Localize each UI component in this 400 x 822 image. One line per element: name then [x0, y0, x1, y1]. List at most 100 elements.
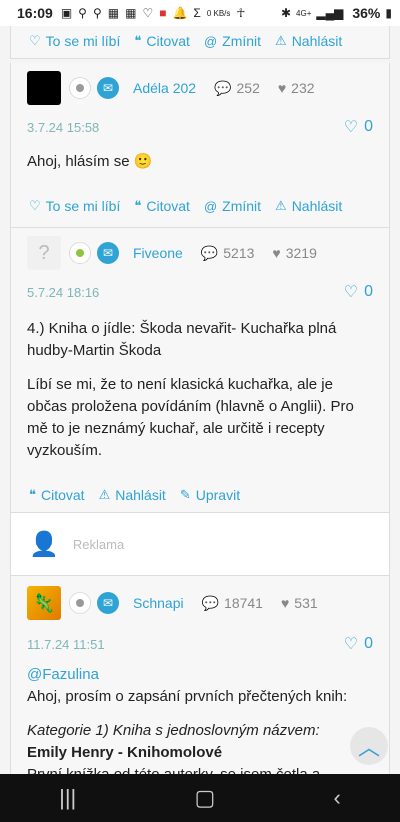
ad-banner[interactable]: 👤 Reklama — [10, 513, 390, 576]
avatar[interactable] — [27, 71, 61, 105]
bluetooth-icon: ✱ — [280, 6, 292, 20]
post-author-row: ? ✉ Fiveone 💬 5213 ♥ 3219 — [11, 228, 389, 278]
likes-count: ♥ 531 — [280, 595, 318, 611]
app-icon: ▦ — [125, 6, 137, 20]
status-indicator — [69, 242, 91, 264]
app-icon: ▦ — [107, 6, 120, 20]
post-author-row: ✉ Adéla 202 💬 252 ♥ 232 — [11, 63, 389, 113]
actions-bar: ♡ To se mi líbí ❝ Citovat @ Zmínit ⚠ Nahlási… — [11, 26, 389, 56]
smiley-icon: 🙂 — [133, 153, 153, 170]
heart-icon: ♥ — [280, 595, 290, 611]
book-title: Emily Henry - Knihomolové — [27, 744, 223, 761]
back-icon[interactable]: ‹ — [334, 785, 341, 811]
heart-outline-icon: ♡ — [343, 119, 359, 136]
gallery-icon: ▣ — [60, 6, 73, 20]
comment-icon: 💬 — [200, 244, 219, 261]
comment-count: 💬 252 — [214, 79, 260, 97]
like-button[interactable]: ♡ To se mi líbí — [29, 33, 120, 49]
mention-button[interactable]: @ Zmínit — [204, 198, 261, 214]
recent-apps-icon[interactable]: ||| — [59, 785, 76, 811]
message-button[interactable]: ✉ — [97, 242, 119, 264]
quote-icon: ❝ — [29, 487, 36, 502]
android-nav-bar: ||| ▢ ‹ — [0, 774, 400, 822]
status-indicator — [69, 592, 91, 614]
post-body: @Fazulina Ahoj, prosím o zapsání prvních… — [11, 658, 389, 774]
warning-icon: ⚠ — [275, 198, 287, 213]
post-like-counter[interactable]: ♡ 0 — [344, 282, 373, 302]
envelope-icon: ✉ — [102, 246, 114, 260]
quote-button[interactable]: ❝ Citovat — [134, 198, 190, 214]
author-name[interactable]: Adéla 202 — [133, 80, 196, 96]
author-name[interactable]: Schnapi — [133, 595, 184, 611]
at-icon: @ — [203, 198, 218, 214]
comment-icon: 💬 — [201, 594, 220, 611]
app-icon: ■ — [159, 6, 167, 20]
post-paragraph: Ahoj, prosím o zapsání prvních přečtenýc… — [27, 688, 348, 705]
likes-count: ♥ 3219 — [272, 245, 317, 261]
post-date: 5.7.24 18:16 — [27, 284, 100, 300]
location-icon: ⚲ — [92, 6, 102, 20]
scroll-to-top-button[interactable]: ︿ — [350, 727, 388, 765]
post-date: 3.7.24 15:58 — [27, 119, 100, 135]
post: ? ✉ Fiveone 💬 5213 ♥ 3219 5.7.24 18:16 ♡ 0 … — [10, 228, 390, 513]
like-button[interactable]: ♡ To se mi líbí — [29, 198, 120, 214]
report-button[interactable]: ⚠ Nahlásit — [275, 33, 342, 49]
battery-icon: ▮ — [385, 6, 392, 20]
signal-icon: ▂▄▆ — [316, 6, 344, 20]
content-area: ♡ To se mi líbí ❝ Citovat @ Zmínit ⚠ Nahlási… — [10, 26, 390, 774]
accessibility-icon: ☥ — [236, 6, 246, 20]
notification-icons: ▣ ⚲ ⚲ ▦ ▦ ♡ ■ 🔔 Σ 0 KB/s ☥ — [61, 6, 246, 20]
message-button[interactable]: ✉ — [97, 592, 119, 614]
post-paragraph: Líbí se mi, že to není klasická kuchařka… — [27, 376, 354, 459]
message-button[interactable]: ✉ — [97, 77, 119, 99]
post: 🦎 ✉ Schnapi 💬 18741 ♥ 531 11.7.24 11:51 ♡ 0… — [10, 576, 390, 774]
avatar[interactable]: ? — [27, 236, 61, 270]
warning-icon: ⚠ — [275, 33, 287, 48]
bell-icon: 🔔 — [172, 6, 188, 20]
post-actions-previous: ♡ To se mi líbí ❝ Citovat @ Zmínit ⚠ Nahlási… — [10, 26, 390, 59]
offline-dot — [76, 599, 84, 607]
signal-type: 4G+ — [296, 8, 312, 18]
post-date: 11.7.24 11:51 — [27, 636, 105, 652]
mention-link[interactable]: @Fazulina — [27, 664, 373, 686]
envelope-icon: ✉ — [102, 81, 114, 95]
report-button[interactable]: ⚠ Nahlásit — [99, 487, 166, 503]
edit-button[interactable]: ✎ Upravit — [180, 487, 240, 503]
edit-icon: ✎ — [179, 487, 191, 502]
battery-percent: 36% — [352, 5, 381, 21]
post-author-row: 🦎 ✉ Schnapi 💬 18741 ♥ 531 — [11, 576, 389, 630]
sigma-icon: Σ — [193, 6, 201, 20]
status-indicator — [69, 77, 91, 99]
comment-count: 💬 5213 — [200, 244, 255, 262]
actions-bar: ❝ Citovat ⚠ Nahlásit ✎ Upravit — [11, 480, 389, 510]
net-speed: 0 KB/s — [206, 8, 231, 18]
location-icon: ⚲ — [78, 6, 87, 20]
mention-button[interactable]: @ Zmínit — [204, 33, 261, 49]
warning-icon: ⚠ — [98, 487, 111, 502]
avatar[interactable]: 🦎 — [27, 586, 61, 620]
post-paragraph: 4.) Kniha o jídle: Škoda nevařit- Kuchař… — [27, 320, 337, 359]
comment-count: 💬 18741 — [201, 594, 263, 612]
post-like-counter[interactable]: ♡ 0 — [344, 117, 373, 137]
quote-button[interactable]: ❝ Citovat — [29, 487, 85, 503]
actions-bar: ♡ To se mi líbí ❝ Citovat @ Zmínit ⚠ Nahlási… — [11, 191, 389, 221]
post-meta: 11.7.24 11:51 ♡ 0 — [11, 630, 389, 658]
home-icon[interactable]: ▢ — [195, 785, 216, 811]
envelope-icon: ✉ — [102, 596, 114, 610]
report-button[interactable]: ⚠ Nahlásit — [275, 198, 342, 214]
online-dot — [76, 249, 84, 257]
ad-label: Reklama — [72, 536, 125, 552]
heart-outline-icon: ♡ — [29, 198, 41, 213]
quote-button[interactable]: ❝ Citovat — [134, 33, 190, 49]
chevron-up-icon: ︿ — [357, 735, 380, 760]
post-text-cut: První knížka od této autorky, se jsem če… — [27, 764, 373, 774]
offline-dot — [76, 84, 84, 92]
author-name[interactable]: Fiveone — [133, 245, 183, 261]
heart-outline-icon: ♡ — [29, 33, 41, 48]
post-like-counter[interactable]: ♡ 0 — [344, 634, 373, 654]
at-icon: @ — [203, 33, 218, 49]
quote-icon: ❝ — [134, 33, 142, 48]
status-time: 16:09 — [17, 5, 53, 21]
likes-count: ♥ 232 — [277, 80, 315, 96]
heart-icon: ♥ — [272, 245, 281, 261]
